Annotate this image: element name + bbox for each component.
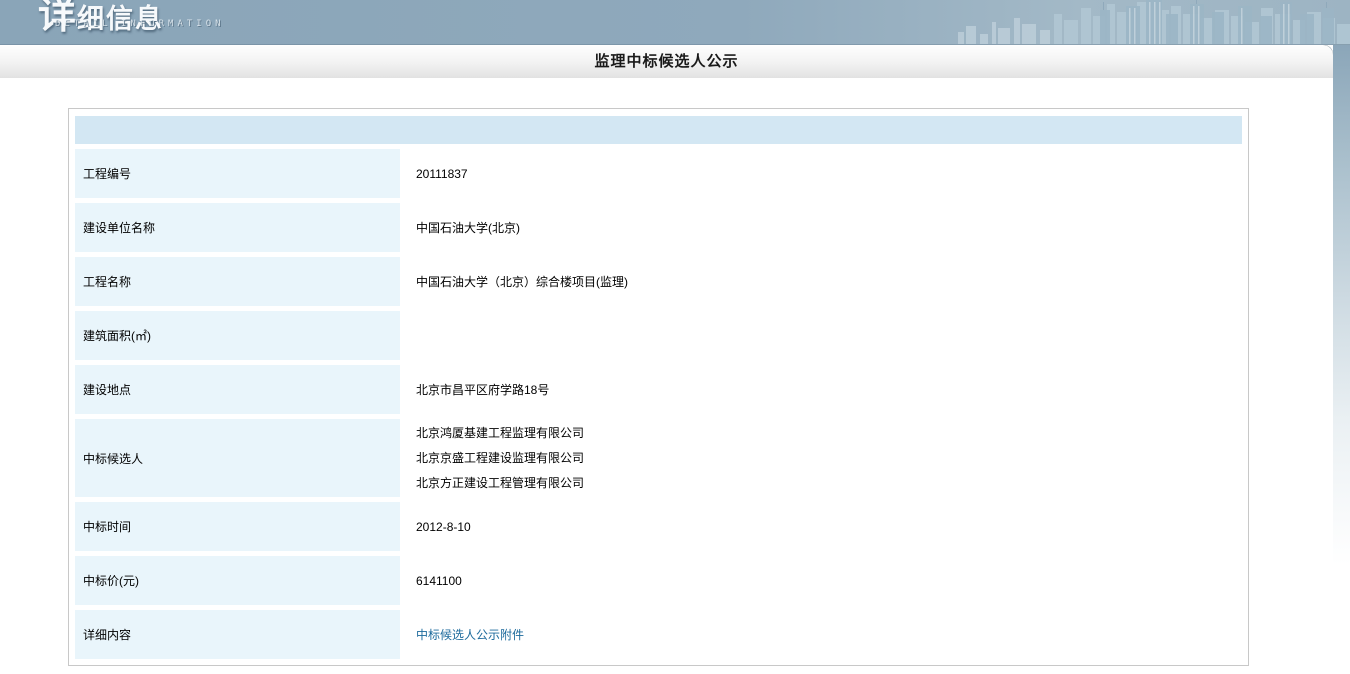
row-value: 北京市昌平区府学路18号 [404, 365, 1242, 414]
table-row: 建设单位名称中国石油大学(北京) [75, 203, 1242, 252]
row-label: 建设单位名称 [75, 203, 400, 252]
page-title: 监理中标候选人公示 [594, 45, 738, 78]
attachment-link[interactable]: 中标候选人公示附件 [416, 626, 524, 643]
banner-title-en: DETAIL INFORMATION [55, 19, 225, 29]
row-value: 中标候选人公示附件 [404, 610, 1242, 659]
page-right-background-strip [1333, 45, 1350, 565]
detail-rows: 工程编号20111837建设单位名称中国石油大学(北京)工程名称中国石油大学（北… [75, 149, 1242, 659]
row-value-line: 北京方正建设工程管理有限公司 [416, 471, 584, 496]
row-value [404, 311, 1242, 360]
table-row: 详细内容中标候选人公示附件 [75, 610, 1242, 659]
row-value-line: 北京京盛工程建设监理有限公司 [416, 446, 584, 471]
table-row: 工程编号20111837 [75, 149, 1242, 198]
row-label: 建筑面积(㎡) [75, 311, 400, 360]
table-row: 中标价(元)6141100 [75, 556, 1242, 605]
row-label: 中标时间 [75, 502, 400, 551]
row-value: 6141100 [404, 556, 1242, 605]
table-row: 中标候选人北京鸿厦基建工程监理有限公司北京京盛工程建设监理有限公司北京方正建设工… [75, 419, 1242, 497]
table-row: 工程名称中国石油大学（北京）综合楼项目(监理) [75, 257, 1242, 306]
title-bar: 监理中标候选人公示 [0, 45, 1333, 78]
row-value: 中国石油大学（北京）综合楼项目(监理) [404, 257, 1242, 306]
detail-table: 工程编号20111837建设单位名称中国石油大学(北京)工程名称中国石油大学（北… [68, 108, 1249, 666]
row-label: 详细内容 [75, 610, 400, 659]
row-label: 工程编号 [75, 149, 400, 198]
row-value: 20111837 [404, 149, 1242, 198]
row-value: 2012-8-10 [404, 502, 1242, 551]
top-banner: 详细信息 DETAIL INFORMATION [0, 0, 1350, 45]
row-label: 中标候选人 [75, 419, 400, 497]
row-label: 建设地点 [75, 365, 400, 414]
city-skyline-graphic [950, 0, 1350, 45]
row-label: 工程名称 [75, 257, 400, 306]
row-value-line: 北京鸿厦基建工程监理有限公司 [416, 421, 584, 446]
table-row: 建筑面积(㎡) [75, 311, 1242, 360]
table-row: 建设地点北京市昌平区府学路18号 [75, 365, 1242, 414]
row-label: 中标价(元) [75, 556, 400, 605]
row-value: 中国石油大学(北京) [404, 203, 1242, 252]
row-value: 北京鸿厦基建工程监理有限公司北京京盛工程建设监理有限公司北京方正建设工程管理有限… [404, 419, 1242, 497]
table-row: 中标时间2012-8-10 [75, 502, 1242, 551]
table-header-band [75, 116, 1242, 144]
